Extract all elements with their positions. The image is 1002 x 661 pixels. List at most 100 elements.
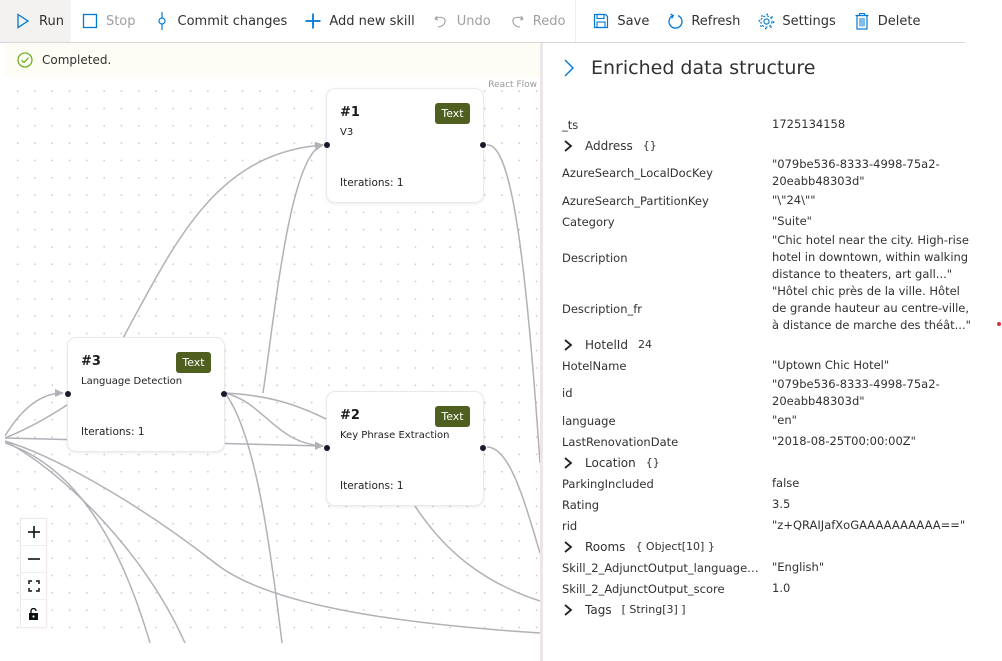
field-name: Skill_2_AdjunctOutput_languageN... xyxy=(562,560,767,575)
node-iterations: Iterations: 1 xyxy=(340,480,404,492)
delete-button[interactable]: Delete xyxy=(843,0,928,42)
skill-node-3[interactable]: #3 Language Detection Text Iterations: 1 xyxy=(65,337,227,452)
field-name: AzureSearch_LocalDocKey xyxy=(562,166,713,180)
redo-icon xyxy=(508,12,526,30)
field-value: 1.0 xyxy=(772,581,791,595)
field-name: rid xyxy=(562,518,578,533)
tree-row: AzureSearch_LocalDocKey "079be536-8333-49… xyxy=(562,156,982,190)
output-handle[interactable] xyxy=(221,391,227,397)
undo-label: Undo xyxy=(456,13,491,29)
edge[interactable] xyxy=(5,389,64,437)
input-handle[interactable] xyxy=(324,445,330,451)
field-value: false xyxy=(772,476,800,490)
tree-node-type: {} xyxy=(645,456,660,469)
field-value: "English" xyxy=(772,560,825,574)
edge[interactable] xyxy=(122,141,324,339)
tree-node-rooms[interactable]: Rooms { Object[10] } xyxy=(562,536,982,557)
chevron-right-icon[interactable] xyxy=(562,540,574,553)
zoom-out-button[interactable] xyxy=(21,546,46,573)
field-name: AzureSearch_PartitionKey xyxy=(562,193,709,208)
skill-node-2[interactable]: #2 Key Phrase Extraction Text Iterations… xyxy=(324,391,486,506)
panel-title: Enriched data structure xyxy=(591,57,816,79)
node-skill-name: V3 xyxy=(340,127,354,138)
tree-node-key: Rooms xyxy=(585,539,626,554)
input-handle[interactable] xyxy=(324,142,330,148)
edge[interactable] xyxy=(486,446,540,554)
refresh-button[interactable]: Refresh xyxy=(656,0,747,42)
tree-node-address[interactable]: Address {} xyxy=(562,135,982,156)
success-check-icon xyxy=(17,52,33,68)
plus-icon xyxy=(27,526,40,538)
redo-label: Redo xyxy=(532,13,566,29)
field-value: "079be536-8333-4998-75a2-20eabb48303d" xyxy=(772,157,940,188)
tree-row: _ts 1725134158 xyxy=(562,114,982,135)
status-text: Completed. xyxy=(42,53,112,67)
output-handle[interactable] xyxy=(480,142,486,148)
field-value: "Uptown Chic Hotel" xyxy=(772,358,890,372)
react-flow-attribution[interactable]: React Flow xyxy=(488,80,537,90)
stop-button[interactable]: Stop xyxy=(71,0,143,42)
tree-row: Description_fr "Hôtel chic près de la vil… xyxy=(562,283,982,334)
toggle-interactivity-button[interactable] xyxy=(21,600,46,627)
delete-label: Delete xyxy=(877,13,921,29)
skillset-flow-canvas[interactable]: React Flow #1 V3 Text Iterations: 1 #3 L… xyxy=(5,43,540,643)
stop-label: Stop xyxy=(105,13,136,29)
field-value: "2018-08-25T00:00:00Z" xyxy=(772,434,916,448)
field-name: Description xyxy=(562,250,628,265)
node-type-badge: Text xyxy=(435,406,470,427)
tree-row: LastRenovationDate "2018-08-25T00:00:00Z" xyxy=(562,431,982,452)
redo-button[interactable]: Redo xyxy=(498,0,573,42)
fit-view-icon xyxy=(27,580,40,592)
fit-view-button[interactable] xyxy=(21,573,46,600)
tree-node-hotelid[interactable]: HotelId 24 xyxy=(562,334,982,355)
edge[interactable] xyxy=(262,143,324,394)
commit-label: Commit changes xyxy=(177,13,288,29)
field-value: "Suite" xyxy=(772,214,812,228)
field-name: LastRenovationDate xyxy=(562,434,679,449)
skill-node-1[interactable]: #1 V3 Text Iterations: 1 xyxy=(324,88,486,203)
tree-row: Rating 3.5 xyxy=(562,494,982,515)
field-value: "Chic hotel near the city. High-rise hot… xyxy=(772,233,969,281)
plus-icon xyxy=(304,12,322,30)
field-name: id xyxy=(562,386,573,400)
add-skill-label: Add new skill xyxy=(329,13,415,29)
input-handle[interactable] xyxy=(65,391,71,397)
chevron-right-icon[interactable] xyxy=(562,603,574,616)
node-skill-name: Language Detection xyxy=(81,376,183,387)
tree-row: AzureSearch_PartitionKey "\"24\"" xyxy=(562,190,982,211)
field-name: HotelName xyxy=(562,358,627,373)
output-handle[interactable] xyxy=(480,445,486,451)
commit-changes-button[interactable]: Commit changes xyxy=(143,0,295,42)
zoom-in-button[interactable] xyxy=(21,519,46,546)
save-button[interactable]: Save xyxy=(582,0,656,42)
undo-button[interactable]: Undo xyxy=(422,0,498,42)
run-button[interactable]: Run xyxy=(0,0,71,42)
tree-node-type: 24 xyxy=(637,338,652,351)
field-value: "\"24\"" xyxy=(772,193,816,207)
chevron-right-icon[interactable] xyxy=(562,456,574,469)
field-name: Description_fr xyxy=(562,301,643,316)
edge[interactable] xyxy=(412,502,540,602)
settings-button[interactable]: Settings xyxy=(747,0,842,42)
node-iterations: Iterations: 1 xyxy=(81,426,145,438)
tree-node-type: [ String[3] ] xyxy=(621,603,686,616)
tree-row: Skill_2_AdjunctOutput_languageN... "Engli… xyxy=(562,557,982,578)
collapse-panel-chevron-icon[interactable] xyxy=(561,57,577,79)
edge[interactable] xyxy=(486,144,540,464)
node-type-badge: Text xyxy=(176,352,211,373)
chevron-right-icon[interactable] xyxy=(562,338,574,351)
field-name: language xyxy=(562,413,616,428)
refresh-label: Refresh xyxy=(691,13,741,29)
chevron-right-icon[interactable] xyxy=(562,139,574,152)
indicator-dot xyxy=(997,322,1001,326)
add-new-skill-button[interactable]: Add new skill xyxy=(294,0,421,42)
status-message-bar: Completed. xyxy=(5,43,540,77)
tree-node-tags[interactable]: Tags [ String[3] ] xyxy=(562,599,982,620)
command-bar: Run Stop Commit changes Add new skill Un… xyxy=(0,0,965,43)
stop-icon xyxy=(81,12,99,30)
tree-node-key: Address xyxy=(585,138,633,153)
tree-node-location[interactable]: Location {} xyxy=(562,452,982,473)
edge[interactable] xyxy=(224,392,331,422)
edge[interactable] xyxy=(224,392,283,643)
node-type-badge: Text xyxy=(435,103,470,124)
